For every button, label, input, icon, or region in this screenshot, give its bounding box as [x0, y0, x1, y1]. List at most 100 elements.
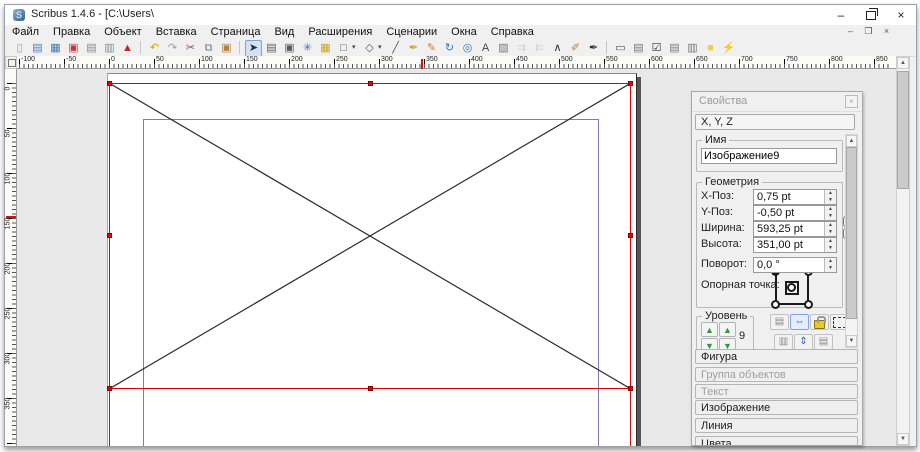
palette-title-bar[interactable]: Свойства × — [692, 92, 862, 112]
pdf-push-button-button[interactable]: ▭ — [612, 40, 629, 57]
object-name-input[interactable] — [701, 148, 837, 164]
paste-button[interactable]: ▣ — [218, 40, 235, 57]
link-text-frames-button[interactable]: ⇉ — [513, 40, 530, 57]
lock-object-button[interactable] — [810, 314, 829, 330]
flip-vertical-button[interactable]: ⇕ — [794, 334, 813, 350]
section-text-button[interactable]: Текст — [695, 384, 858, 399]
pdf-list-box-button[interactable]: ▥ — [684, 40, 701, 57]
menu-item-2[interactable]: Правка — [46, 25, 97, 39]
object-printer-small-button[interactable]: ▥ — [774, 334, 793, 350]
pdf-check-box-button[interactable]: ☑ — [648, 40, 665, 57]
section-line-button[interactable]: Линия — [695, 418, 858, 433]
palette-scroll-thumb[interactable] — [846, 147, 857, 319]
tab-xyz[interactable]: X, Y, Z — [695, 114, 855, 130]
y-pos-spin-up[interactable]: ▲ — [825, 206, 836, 213]
y-pos-spin-down[interactable]: ▼ — [825, 213, 836, 220]
mdi-minimize-button[interactable]: – — [843, 25, 858, 38]
pdf-text-annotation-button[interactable]: ■ — [702, 40, 719, 57]
save-as-pdf-button[interactable]: ▲ — [119, 40, 136, 57]
menu-item-8[interactable]: Сценарии — [379, 25, 444, 39]
flip-horizontal-button[interactable]: ⇔ — [790, 314, 809, 330]
insert-bezier-curve-button[interactable]: ✒ — [405, 40, 422, 57]
insert-line-button[interactable]: ╱ — [387, 40, 404, 57]
palette-close-button[interactable]: × — [845, 95, 858, 108]
menu-item-5[interactable]: Страница — [204, 25, 268, 39]
print-preview-button[interactable]: ▥ — [101, 40, 118, 57]
raise-to-top-button[interactable]: ▲ — [701, 322, 718, 337]
redo-button[interactable]: ↷ — [164, 40, 181, 57]
section-image-button[interactable]: Изображение — [695, 400, 858, 415]
resize-handle-top-right[interactable] — [628, 81, 633, 86]
selected-image-frame[interactable] — [109, 83, 631, 389]
save-document-button[interactable]: ▦ — [47, 40, 64, 57]
print-object-button[interactable]: ▤ — [814, 334, 833, 350]
pdf-link-annotation-button[interactable]: ⚡ — [720, 40, 737, 57]
insert-text-frame-button[interactable]: ▤ — [263, 40, 280, 57]
menu-item-1[interactable]: Файл — [5, 25, 46, 39]
y-pos-spinbox[interactable]: -0,50 pt▲▼ — [753, 205, 837, 221]
copy-item-properties-button[interactable]: ✐ — [567, 40, 584, 57]
zoom-tool-button[interactable]: ◎ — [459, 40, 476, 57]
vertical-ruler[interactable]: 050100150200250300350 — [5, 69, 17, 446]
resize-handle-bottom-left[interactable] — [107, 386, 112, 391]
scroll-up-arrow[interactable]: ▲ — [897, 57, 909, 69]
insert-polygon-button[interactable]: ◇ — [361, 40, 378, 57]
cut-button[interactable]: ✂ — [182, 40, 199, 57]
insert-freehand-line-button[interactable]: ✎ — [423, 40, 440, 57]
basepoint-bottom-left[interactable] — [771, 300, 780, 309]
measurements-button[interactable]: ∧ — [549, 40, 566, 57]
palette-scrollbar[interactable]: ▲ ▼ — [845, 134, 858, 348]
rotation-spin-up[interactable]: ▲ — [825, 258, 836, 265]
resize-handle-top-center[interactable] — [368, 81, 373, 86]
canvas-vertical-scrollbar[interactable]: ▲ ▼ — [896, 56, 910, 446]
resize-handle-middle-right[interactable] — [628, 233, 633, 238]
close-button[interactable]: × — [886, 5, 916, 25]
insert-render-frame-button[interactable]: ✳ — [299, 40, 316, 57]
basepoint-bottom-right[interactable] — [804, 300, 813, 309]
ruler-origin-corner[interactable] — [5, 56, 17, 69]
height-spin-up[interactable]: ▲ — [825, 238, 836, 245]
minimize-button[interactable]: – — [826, 5, 856, 25]
palette-scroll-up-arrow[interactable]: ▲ — [846, 135, 857, 147]
height-spinbox[interactable]: 351,00 pt▲▼ — [753, 237, 837, 253]
select-item-button[interactable]: ➤ — [245, 40, 262, 57]
menu-item-7[interactable]: Расширения — [301, 25, 379, 39]
width-spin-up[interactable]: ▲ — [825, 222, 836, 229]
resize-handle-bottom-center[interactable] — [368, 386, 373, 391]
scroll-down-arrow[interactable]: ▼ — [897, 433, 909, 445]
section-colors-button[interactable]: Цвета — [695, 436, 858, 446]
x-pos-spin-up[interactable]: ▲ — [825, 190, 836, 197]
insert-shape-dropdown-arrow[interactable]: ▾ — [352, 39, 360, 56]
raise-button[interactable]: ▲ — [719, 322, 736, 337]
copy-button[interactable]: ⧉ — [200, 40, 217, 57]
unlink-text-frames-button[interactable]: ⇇ — [531, 40, 548, 57]
width-spinbox[interactable]: 593,25 pt▲▼ — [753, 221, 837, 237]
restore-button[interactable] — [856, 5, 886, 25]
palette-scroll-down-arrow[interactable]: ▼ — [846, 335, 857, 347]
enable-printing-button[interactable]: ▤ — [770, 314, 789, 330]
rotation-spin-down[interactable]: ▼ — [825, 265, 836, 272]
rotate-item-button[interactable]: ↻ — [441, 40, 458, 57]
undo-button[interactable]: ↶ — [146, 40, 163, 57]
resize-handle-middle-left[interactable] — [107, 233, 112, 238]
insert-image-frame-button[interactable]: ▣ — [281, 40, 298, 57]
section-shape-button[interactable]: Фигура — [695, 349, 858, 364]
x-pos-spin-down[interactable]: ▼ — [825, 197, 836, 204]
resize-handle-top-left[interactable] — [107, 81, 112, 86]
height-spin-down[interactable]: ▼ — [825, 245, 836, 252]
print-document-button[interactable]: ▤ — [83, 40, 100, 57]
menu-item-3[interactable]: Объект — [97, 25, 148, 39]
close-document-button[interactable]: ▣ — [65, 40, 82, 57]
rotation-spinbox[interactable]: 0,0 °▲▼ — [753, 257, 837, 273]
open-document-button[interactable]: ▤ — [29, 40, 46, 57]
new-document-button[interactable]: ▯ — [11, 40, 28, 57]
mdi-restore-button[interactable]: ❐ — [861, 25, 876, 38]
x-pos-spinbox[interactable]: 0,75 pt▲▼ — [753, 189, 837, 205]
mdi-close-button[interactable]: × — [879, 25, 894, 38]
menu-item-4[interactable]: Вставка — [149, 25, 204, 39]
edit-contents-button[interactable]: A — [477, 40, 494, 57]
resize-handle-bottom-right[interactable] — [628, 386, 633, 391]
menu-item-6[interactable]: Вид — [267, 25, 301, 39]
eye-dropper-button[interactable]: ✒ — [585, 40, 602, 57]
scroll-thumb[interactable] — [897, 71, 909, 189]
